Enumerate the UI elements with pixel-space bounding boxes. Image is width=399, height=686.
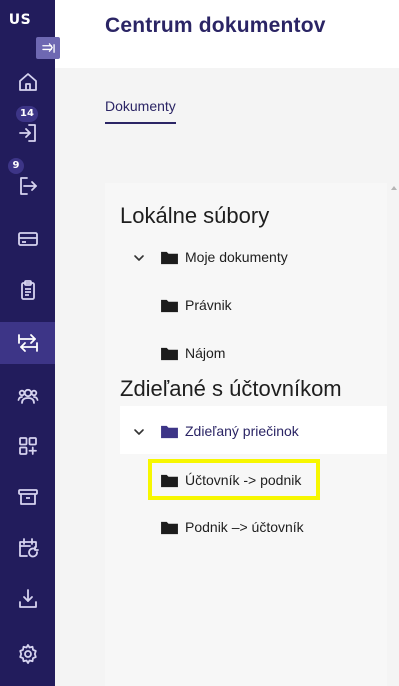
sidebar-item-home[interactable]	[0, 63, 55, 101]
calendar-refresh-icon	[18, 538, 39, 558]
folder-icon	[160, 424, 179, 439]
scroll-up-icon[interactable]	[391, 186, 397, 190]
sidebar-item-documents[interactable]	[0, 322, 55, 364]
sidebar-item-archive[interactable]	[0, 478, 55, 516]
folder-icon	[160, 473, 179, 488]
sidebar-item-apps[interactable]	[0, 427, 55, 465]
sidebar: US 14 9	[0, 0, 55, 686]
collapse-sidebar-button[interactable]	[36, 37, 60, 59]
folder-icon	[160, 250, 179, 265]
folder-icon	[160, 520, 179, 535]
download-icon	[18, 589, 37, 608]
outbox-arrow-icon	[19, 177, 37, 195]
people-icon	[17, 388, 38, 404]
grid-plus-icon	[18, 437, 37, 455]
sidebar-item-download[interactable]	[0, 580, 55, 618]
folder-icon	[160, 298, 179, 313]
sidebar-item-outgoing[interactable]	[0, 167, 55, 205]
folder-row-zdielany-priecinok[interactable]: Zdieľaný priečinok	[160, 419, 299, 443]
credit-card-icon	[17, 232, 38, 246]
transfer-icon	[17, 334, 38, 352]
home-icon	[18, 73, 37, 91]
collapse-arrow-icon	[41, 42, 55, 53]
sidebar-item-settings[interactable]	[0, 635, 55, 673]
clipboard-icon	[20, 280, 35, 300]
sidebar-item-calendar[interactable]	[0, 529, 55, 567]
inbox-arrow-icon	[18, 124, 36, 142]
folder-label: Moje dokumenty	[185, 249, 288, 265]
folder-icon	[160, 346, 179, 361]
folder-label: Podnik –> účtovník	[185, 519, 304, 535]
chevron-down-icon[interactable]	[133, 252, 145, 264]
sidebar-item-payments[interactable]	[0, 220, 55, 258]
page-title: Centrum dokumentov	[105, 14, 326, 37]
tab-documents[interactable]: Dokumenty	[105, 98, 176, 124]
sidebar-item-contacts[interactable]	[0, 377, 55, 415]
chevron-down-icon[interactable]	[133, 426, 145, 438]
folder-label: Právnik	[185, 297, 232, 313]
folder-label: Nájom	[185, 345, 226, 361]
local-files-heading: Lokálne súbory	[120, 203, 270, 228]
folder-label: Zdieľaný priečinok	[185, 423, 299, 439]
sidebar-item-tasks[interactable]	[0, 271, 55, 309]
folder-row-uctovnik-podnik[interactable]: Účtovník -> podnik	[160, 468, 301, 492]
brand-logo[interactable]: US	[0, 0, 55, 42]
shared-heading: Zdieľané s účtovníkom	[120, 376, 342, 401]
folder-row-moje-dokumenty[interactable]: Moje dokumenty	[160, 245, 288, 269]
folder-row-najom[interactable]: Nájom	[160, 341, 225, 365]
page-header: Centrum dokumentov	[55, 0, 399, 68]
brand-initials: US	[8, 12, 32, 28]
archive-box-icon	[17, 489, 38, 505]
outgoing-badge: 9	[8, 158, 24, 174]
folder-row-pravnik[interactable]: Právnik	[160, 293, 232, 317]
folder-row-podnik-uctovnik[interactable]: Podnik –> účtovník	[160, 515, 304, 539]
incoming-badge: 14	[16, 106, 38, 122]
gear-icon	[18, 644, 37, 664]
folder-label: Účtovník -> podnik	[185, 472, 302, 488]
